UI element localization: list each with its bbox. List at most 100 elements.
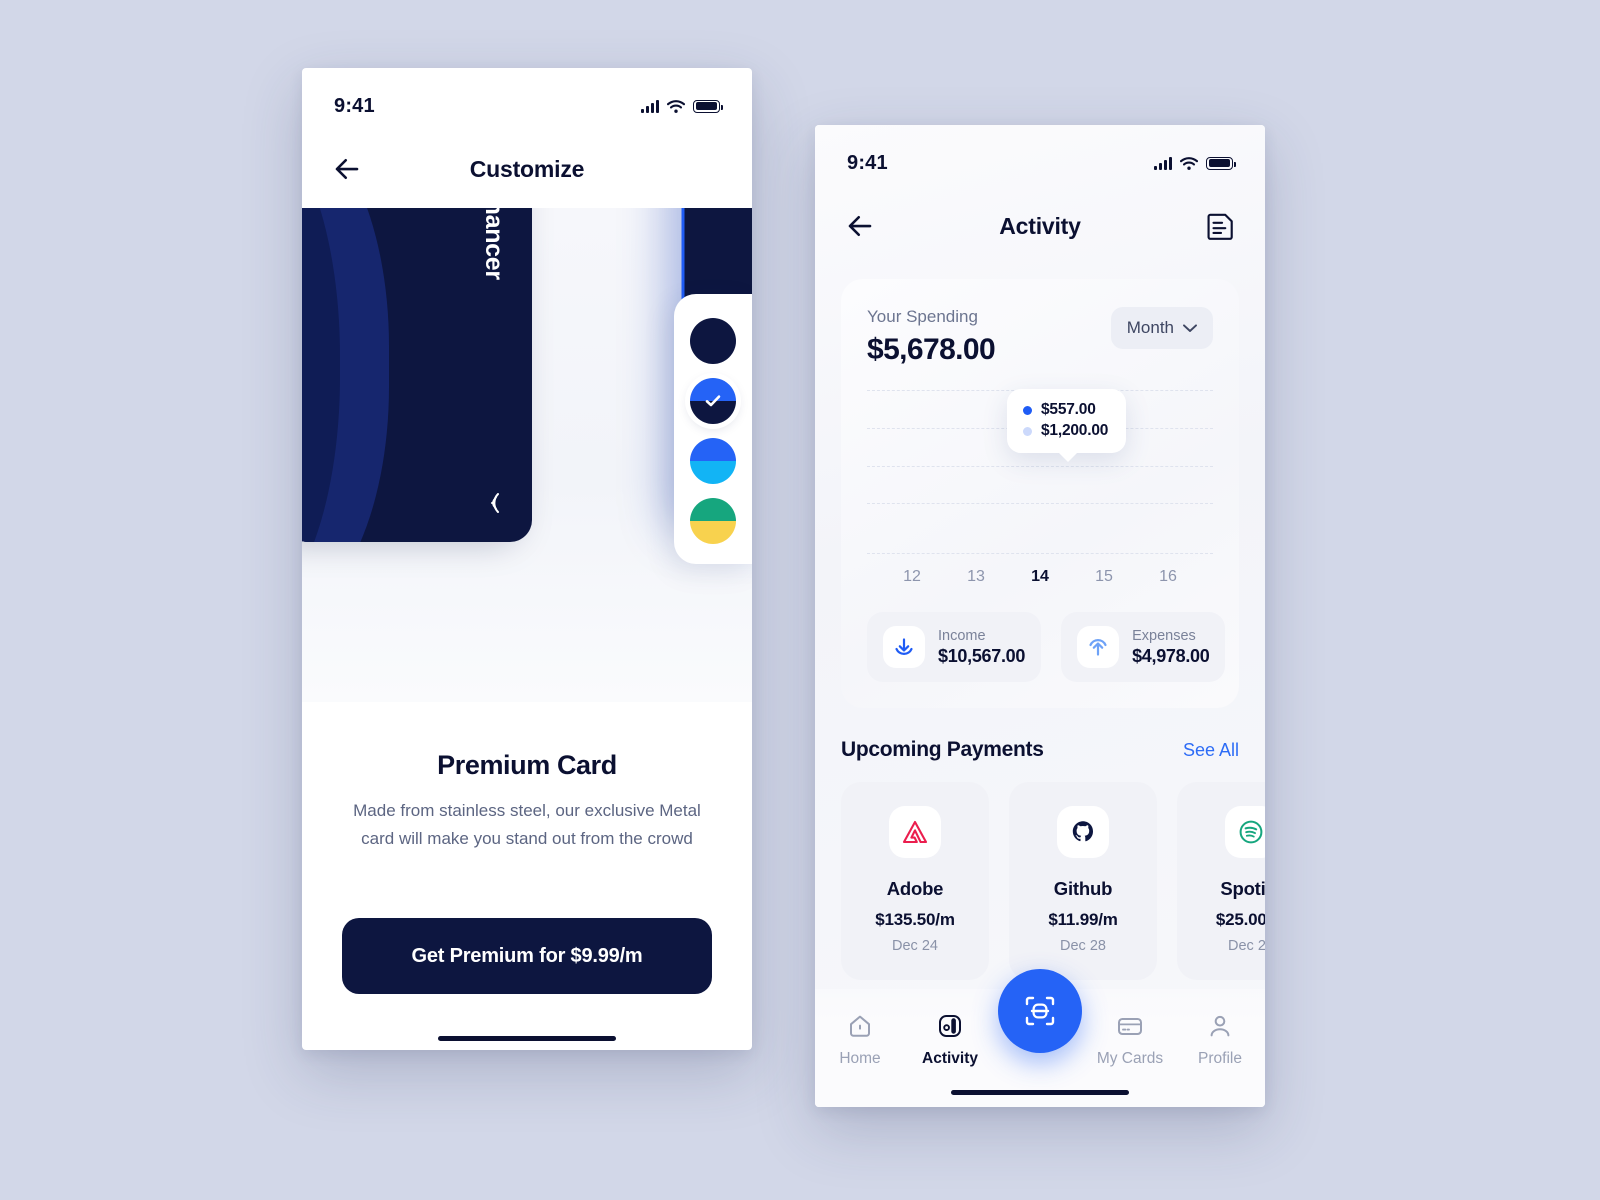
upcoming-payments-header: Upcoming Payments See All (841, 738, 1239, 762)
stat-value: $4,978.00 (1132, 645, 1210, 666)
spending-amount: $5,678.00 (867, 333, 996, 366)
payment-date: Dec 28 (1060, 938, 1106, 954)
card-color-picker (674, 294, 752, 564)
adobe-logo-icon (889, 806, 941, 858)
x-tick-14[interactable]: 14 (1009, 568, 1071, 586)
stat-label: Income (938, 627, 986, 644)
spotify-logo-icon (1225, 806, 1265, 858)
wifi-icon (667, 99, 685, 113)
statement-document-icon[interactable] (1207, 211, 1235, 241)
back-arrow-icon[interactable] (332, 154, 362, 184)
stat-income[interactable]: Income $10,567.00 (867, 612, 1042, 682)
battery-icon (693, 99, 723, 113)
card-brand-name: Financer (480, 208, 508, 280)
x-tick-12[interactable]: 12 (881, 568, 943, 586)
get-premium-button[interactable]: Get Premium for $9.99/m (342, 918, 712, 995)
stat-expenses[interactable]: Expenses $4,978.00 (1061, 612, 1226, 682)
color-swatch-green-yellow[interactable] (690, 498, 736, 544)
status-time: 9:41 (847, 151, 888, 174)
x-tick-13[interactable]: 13 (945, 568, 1007, 586)
tab-home[interactable]: Home (815, 1011, 905, 1068)
check-icon (690, 378, 736, 424)
payment-name: Spotify (1220, 878, 1265, 899)
promo-section: Premium Card Made from stainless steel, … (302, 702, 752, 1042)
chart-x-axis: 12 13 14 15 16 (867, 568, 1213, 586)
page-title: Customize (469, 155, 585, 182)
arrow-down-circle-icon (883, 626, 925, 668)
spending-summary-card: Your Spending $5,678.00 Month $557.00 $1… (841, 279, 1239, 708)
payment-name: Adobe (886, 878, 944, 899)
stat-label: Expenses (1132, 627, 1196, 644)
color-swatch-midnight[interactable] (690, 318, 736, 364)
status-time: 9:41 (334, 94, 375, 117)
x-tick-15[interactable]: 15 (1073, 568, 1135, 586)
phone-activity-screen: 9:41 Activity Your Spending $5,678.00 Mo… (815, 125, 1265, 1107)
tab-profile[interactable]: Profile (1175, 1011, 1265, 1068)
my-cards-icon (1118, 1018, 1142, 1035)
color-swatch-blue-midnight[interactable] (690, 378, 736, 424)
tab-activity[interactable]: Activity (905, 1011, 995, 1068)
chevron-down-icon (1183, 323, 1197, 332)
tab-my-cards[interactable]: My Cards (1085, 1011, 1175, 1068)
status-icons (641, 99, 723, 113)
payment-card-adobe[interactable]: Adobe $135.50/m Dec 24 (841, 782, 989, 980)
github-logo-icon (1057, 806, 1109, 858)
status-bar: 9:41 (302, 68, 752, 130)
activity-chart-icon (939, 1015, 961, 1037)
payment-date: Dec 24 (892, 938, 938, 954)
color-swatch-blue-cyan[interactable] (690, 438, 736, 484)
income-expense-row: Income $10,567.00 Expenses $4,978.00 (867, 612, 1226, 682)
upcoming-payments-list[interactable]: Adobe $135.50/m Dec 24 Github $11.99/m D… (841, 782, 1265, 980)
payment-date: Dec 28 (1228, 938, 1265, 954)
tooltip-value-series-a: $557.00 (1041, 401, 1096, 418)
card-carousel: Financer (302, 208, 752, 702)
period-value: Month (1126, 318, 1174, 337)
chart-tooltip: $557.00 $1,200.00 (1007, 389, 1127, 462)
home-indicator (951, 1090, 1129, 1095)
tooltip-row-series-a: $557.00 (1023, 401, 1108, 419)
payment-card-github[interactable]: Github $11.99/m Dec 28 (1009, 782, 1157, 980)
payment-amount: $11.99/m (1048, 910, 1118, 929)
promo-description: Made from stainless steel, our exclusive… (353, 801, 701, 848)
promo-title: Premium Card (437, 750, 617, 780)
spending-header: Your Spending $5,678.00 Month (867, 307, 1213, 367)
period-selector[interactable]: Month (1110, 307, 1213, 349)
payment-name: Github (1053, 878, 1113, 899)
back-arrow-icon[interactable] (845, 211, 875, 241)
spending-label: Your Spending (867, 307, 978, 326)
stat-value: $10,567.00 (938, 645, 1026, 666)
page-title: Activity (999, 212, 1081, 239)
status-bar: 9:41 (815, 125, 1265, 187)
tab-label: Profile (1198, 1050, 1242, 1067)
scan-button[interactable] (998, 969, 1082, 1053)
card-preview-financer[interactable]: Financer (302, 208, 532, 542)
payment-card-spotify[interactable]: Spotify $25.00/m Dec 28 (1177, 782, 1265, 980)
contactless-icon (491, 493, 499, 513)
legend-dot-series-b (1023, 426, 1032, 436)
wifi-icon (1180, 156, 1198, 170)
see-all-link[interactable]: See All (1183, 740, 1239, 761)
home-indicator (438, 1036, 616, 1042)
arrow-up-circle-icon (1077, 626, 1120, 668)
phone-customize-screen: 9:41 Customize Financer Premium Card Mad… (302, 68, 752, 1050)
x-tick-16[interactable]: 16 (1137, 568, 1199, 586)
spending-bar-chart: $557.00 $1,200.00 (867, 383, 1213, 555)
payment-amount: $135.50/m (875, 910, 955, 929)
profile-person-icon (1210, 1015, 1230, 1037)
cellular-icon (641, 99, 659, 113)
legend-dot-series-a (1023, 405, 1032, 415)
scan-qr-icon (1025, 996, 1055, 1026)
tab-label: Activity (922, 1050, 978, 1067)
tab-label: My Cards (1096, 1050, 1164, 1067)
nav-header: Activity (815, 187, 1265, 265)
payment-amount: $25.00/m (1215, 910, 1265, 929)
tab-label: Home (839, 1050, 881, 1067)
status-icons (1154, 156, 1236, 170)
battery-icon (1206, 156, 1236, 170)
tooltip-row-series-b: $1,200.00 (1023, 422, 1108, 440)
nav-header: Customize (302, 130, 752, 208)
section-title: Upcoming Payments (841, 738, 1044, 761)
tooltip-value-series-b: $1,200.00 (1041, 422, 1109, 439)
home-icon (850, 1015, 870, 1037)
bottom-tab-bar: Home Activity My Cards Profile (815, 969, 1265, 1107)
